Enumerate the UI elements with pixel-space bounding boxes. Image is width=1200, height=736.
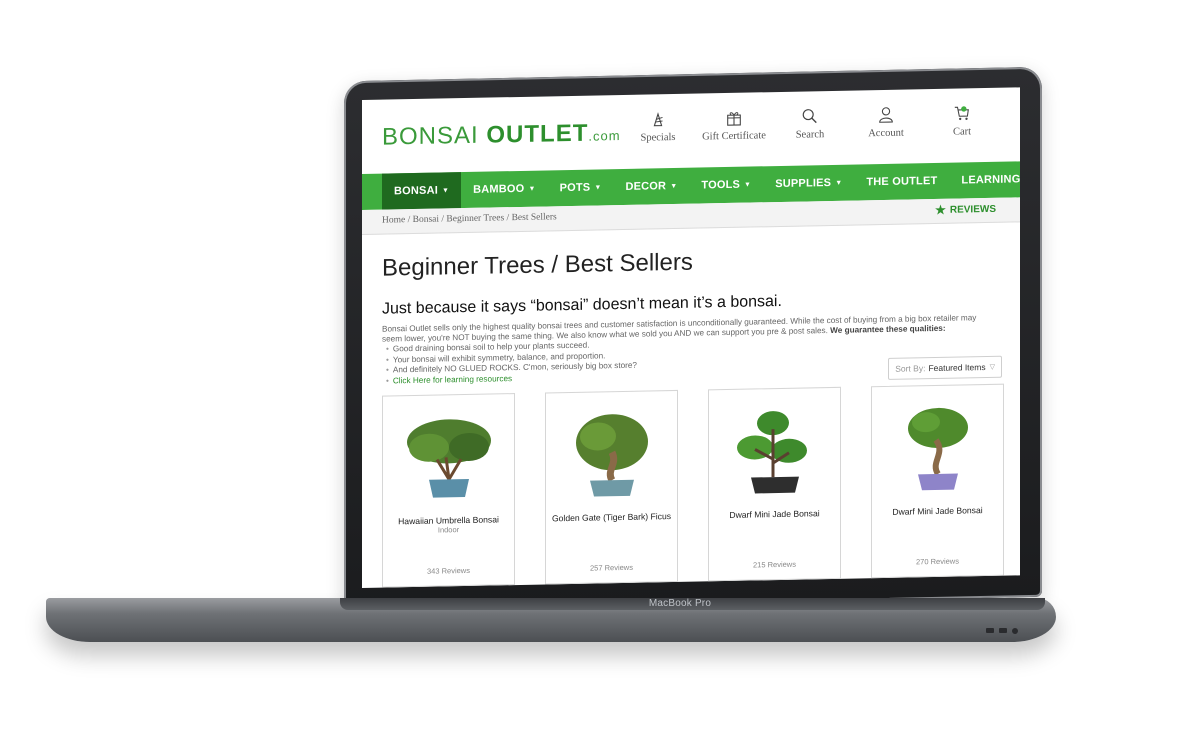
page-title: Beginner Trees / Best Sellers (382, 248, 693, 282)
chevron-down-icon: ▼ (528, 185, 536, 193)
bonsai-image (406, 419, 491, 498)
product-card[interactable]: Dwarf Mini Jade Bonsai 215 Reviews (708, 386, 841, 582)
account-button[interactable]: Account (848, 105, 924, 139)
bonsai-image (907, 407, 968, 491)
product-reviews[interactable]: 270 Reviews (916, 557, 959, 567)
intro-bold-text: We guarantee these qualities: (830, 323, 946, 336)
nav-supplies[interactable]: SUPPLIES ▼ (763, 165, 854, 203)
sort-select[interactable]: Sort By: Featured Items ▽ (888, 355, 1002, 380)
product-tag: Indoor (437, 525, 460, 535)
logo-suffix: .com (588, 128, 621, 144)
product-card[interactable]: Dwarf Mini Jade Bonsai 270 Reviews (871, 383, 1004, 579)
chevron-down-icon: ▼ (441, 186, 450, 194)
nav-label: LEARNING RESOURCES (961, 172, 1020, 187)
nav-the-outlet[interactable]: THE OUTLET (854, 163, 949, 201)
search-button[interactable]: Search (772, 107, 848, 141)
nav-learning-resources[interactable]: LEARNING RESOURCES (949, 160, 1020, 199)
reviews-label: REVIEWS (949, 203, 996, 216)
nav-bonsai[interactable]: BONSAI ▼ (382, 172, 462, 210)
sparkle-flower-icon (653, 112, 663, 127)
product-reviews[interactable]: 257 Reviews (590, 563, 633, 573)
product-name[interactable]: Dwarf Mini Jade Bonsai (892, 505, 982, 517)
nav-label: THE OUTLET (866, 174, 938, 189)
header-icon-bar: Specials Gift Certificate Search Account… (620, 104, 1000, 144)
chevron-down-icon: ▼ (594, 183, 602, 192)
product-card[interactable]: Golden Gate (Tiger Bark) Ficus 257 Revie… (545, 389, 678, 585)
cart-button[interactable]: Cart (924, 104, 1000, 138)
gift-certificate-label: Gift Certificate (702, 130, 766, 143)
nav-label: POTS (559, 181, 591, 195)
chevron-down-icon: ▽ (989, 363, 995, 371)
side-ports (986, 628, 1018, 634)
nav-label: TOOLS (701, 178, 741, 192)
sort-label: Sort By: (895, 363, 926, 374)
usb-c-port (999, 628, 1007, 633)
search-label: Search (795, 129, 825, 141)
user-icon (879, 107, 893, 123)
breadcrumb[interactable]: Home / Bonsai / Beginner Trees / Best Se… (382, 212, 557, 225)
chevron-down-icon: ▼ (670, 182, 678, 190)
nav-label: BONSAI (394, 184, 438, 198)
nav-decor[interactable]: DECOR ▼ (613, 168, 689, 205)
sort-value: Featured Items (928, 362, 986, 374)
product-grid: Hawaiian Umbrella Bonsai Indoor 343 Revi… (382, 383, 1004, 588)
specials-button[interactable]: Specials (620, 110, 696, 144)
reviews-link[interactable]: ★ REVIEWS (935, 202, 996, 217)
pot (750, 476, 799, 494)
site-header: BONSAI OUTLET.com Specials Gift Certific… (362, 87, 1020, 166)
logo-part-1: BONSAI (382, 121, 479, 151)
nav-label: BAMBOO (473, 182, 525, 196)
account-label: Account (868, 127, 904, 140)
site-logo[interactable]: BONSAI OUTLET.com (382, 119, 621, 152)
pot (917, 473, 958, 491)
headphone-jack (1012, 628, 1018, 634)
nav-label: DECOR (625, 180, 667, 193)
usb-c-port (986, 628, 994, 633)
logo-part-2: OUTLET (486, 119, 589, 149)
nav-tools[interactable]: TOOLS ▼ (689, 166, 763, 203)
nav-bamboo[interactable]: BAMBOO ▼ (461, 170, 547, 208)
gift-certificate-button[interactable]: Gift Certificate (696, 108, 772, 142)
chevron-down-icon: ▼ (835, 179, 843, 187)
gift-icon (727, 112, 741, 126)
product-name[interactable]: Golden Gate (Tiger Bark) Ficus (552, 511, 671, 523)
product-name[interactable]: Dwarf Mini Jade Bonsai (729, 508, 819, 520)
nav-pots[interactable]: POTS ▼ (548, 169, 614, 206)
star-icon: ★ (935, 202, 946, 217)
cart-icon (954, 106, 969, 121)
model-label: MacBook Pro (648, 598, 712, 609)
pot (428, 478, 469, 498)
product-card[interactable]: Hawaiian Umbrella Bonsai Indoor 343 Revi… (382, 393, 515, 588)
bonsai-image (575, 414, 648, 497)
nav-label: SUPPLIES (775, 176, 832, 191)
search-icon (802, 109, 817, 124)
cart-label: Cart (952, 126, 972, 138)
product-reviews[interactable]: 343 Reviews (427, 566, 470, 576)
product-reviews[interactable]: 215 Reviews (753, 560, 796, 570)
laptop-screen: BONSAI OUTLET.com Specials Gift Certific… (362, 87, 1020, 588)
bonsai-image (736, 411, 807, 494)
chevron-down-icon: ▼ (744, 181, 752, 189)
pot (589, 479, 634, 497)
specials-label: Specials (640, 131, 676, 144)
